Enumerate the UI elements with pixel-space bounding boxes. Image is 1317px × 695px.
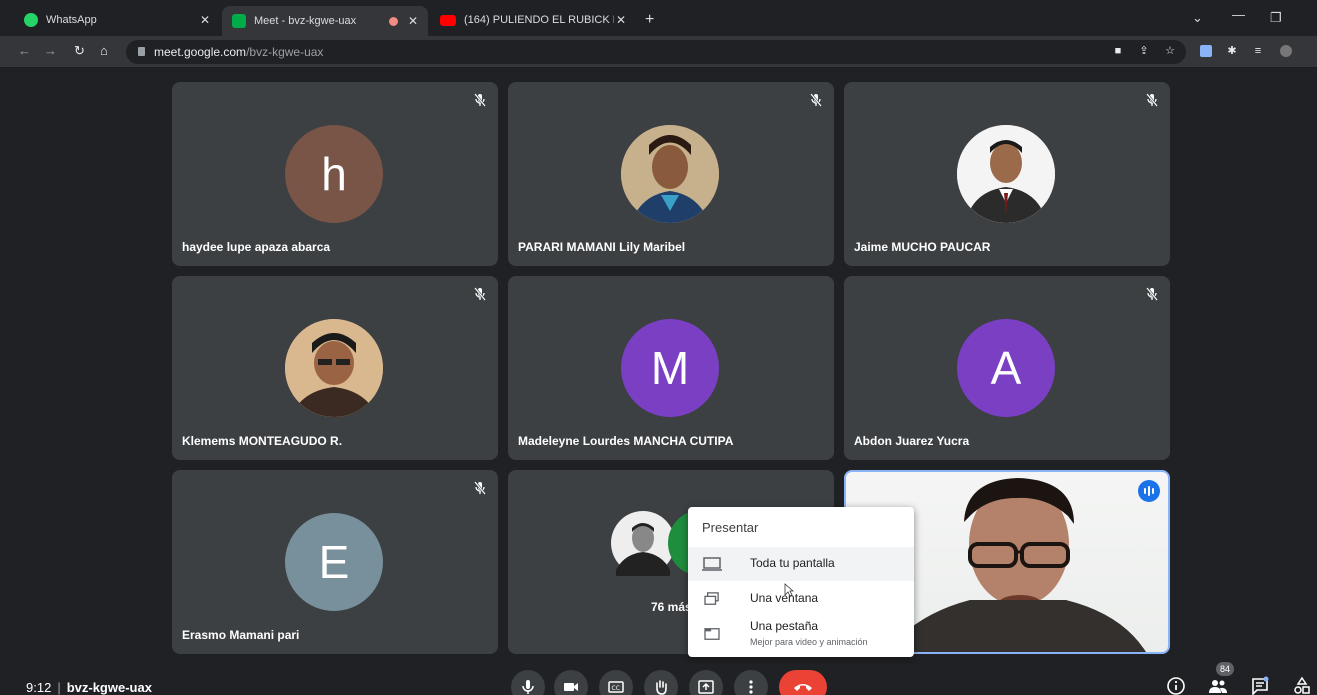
- close-icon[interactable]: ✕: [616, 13, 626, 27]
- present-tab-option[interactable]: Una pestaña Mejor para video y animación: [688, 617, 914, 657]
- home-icon[interactable]: ⌂: [100, 44, 108, 58]
- hand-icon: [656, 680, 667, 695]
- present-menu-title: Presentar: [702, 520, 759, 535]
- muted-mic-icon: [1146, 93, 1158, 107]
- tab-label: (164) PULIENDO EL RUBICK PARA: [464, 14, 614, 26]
- reload-icon[interactable]: ↻: [74, 44, 85, 58]
- participant-tile[interactable]: h haydee lupe apaza abarca: [172, 82, 498, 266]
- divider: |: [57, 680, 61, 695]
- participant-name: Erasmo Mamani pari: [182, 628, 300, 642]
- back-icon[interactable]: ←: [18, 44, 31, 58]
- browser-tab-icon: [704, 628, 720, 640]
- meeting-info-icon[interactable]: [1166, 676, 1186, 695]
- tab-strip: WhatsApp ✕ Meet - bvz-kgwe-uax ✕ (164) P…: [0, 0, 1317, 36]
- avatar: E: [285, 513, 383, 611]
- muted-mic-icon: [1146, 287, 1158, 301]
- leave-call-button[interactable]: [779, 670, 827, 695]
- bookmark-star-icon[interactable]: ☆: [1164, 45, 1176, 57]
- captions-icon: CC: [608, 681, 624, 693]
- activities-icon[interactable]: [1292, 676, 1312, 695]
- tab-search-icon[interactable]: ⌄: [1192, 10, 1203, 26]
- avatar: [285, 319, 383, 417]
- whatsapp-icon: [24, 13, 38, 27]
- avatar: A: [957, 319, 1055, 417]
- tab-label: Meet - bvz-kgwe-uax: [254, 15, 357, 27]
- url-text: meet.google.com/bvz-kgwe-uax: [154, 45, 324, 59]
- participant-tile[interactable]: Jaime MUCHO PAUCAR: [844, 82, 1170, 266]
- address-bar-row: ← → ↻ ⌂ meet.google.com/bvz-kgwe-uax ■ ⇪…: [0, 36, 1317, 68]
- close-icon[interactable]: ✕: [200, 13, 210, 27]
- present-menu: Presentar Toda tu pantalla Una ventana U…: [688, 507, 914, 657]
- profile-photo: [957, 125, 1055, 223]
- camera-icon: [564, 683, 578, 691]
- reading-list-icon[interactable]: ≡: [1252, 45, 1264, 57]
- profile-avatar[interactable]: [1280, 45, 1292, 57]
- microphone-icon: [522, 680, 534, 694]
- share-icon[interactable]: ⇪: [1138, 45, 1150, 57]
- url-field[interactable]: meet.google.com/bvz-kgwe-uax: [126, 40, 1186, 64]
- present-window-option[interactable]: Una ventana: [688, 582, 914, 616]
- option-label: Toda tu pantalla: [750, 556, 835, 570]
- restore-button[interactable]: ❐: [1270, 10, 1282, 26]
- close-icon[interactable]: ✕: [408, 14, 418, 28]
- more-vert-icon: [749, 680, 753, 694]
- muted-mic-icon: [474, 287, 486, 301]
- participant-name: Abdon Juarez Yucra: [854, 434, 970, 448]
- people-icon[interactable]: [1208, 676, 1228, 695]
- lock-icon: [138, 47, 145, 56]
- avatar: [621, 125, 719, 223]
- recording-icon: [389, 16, 398, 26]
- meet-window: WhatsApp ✕ Meet - bvz-kgwe-uax ✕ (164) P…: [0, 0, 1317, 695]
- profile-photo: [611, 511, 675, 576]
- participant-name: haydee lupe apaza abarca: [182, 240, 331, 254]
- participant-name: PARARI MAMANI Lily Maribel: [518, 240, 686, 254]
- cursor-icon: [784, 583, 794, 597]
- meeting-code: bvz-kgwe-uax: [66, 680, 152, 695]
- participant-name: Klemems MONTEAGUDO R.: [182, 434, 343, 448]
- others-count-label: 76 más: [651, 600, 692, 614]
- monitor-icon: [702, 557, 722, 571]
- meet-icon: [232, 14, 246, 28]
- svg-text:CC: CC: [612, 685, 620, 692]
- participant-name: Jaime MUCHO PAUCAR: [854, 240, 991, 254]
- option-sublabel: Mejor para video y animación: [750, 637, 868, 647]
- minimize-button[interactable]: —: [1232, 7, 1245, 22]
- tab-whatsapp[interactable]: WhatsApp ✕: [14, 6, 220, 34]
- muted-mic-icon: [474, 481, 486, 495]
- hang-up-icon: [794, 684, 812, 691]
- avatar: h: [285, 125, 383, 223]
- docs-extension-icon[interactable]: [1200, 45, 1212, 57]
- new-tab-button[interactable]: +: [645, 12, 654, 28]
- participant-tile[interactable]: E Erasmo Mamani pari: [172, 470, 498, 654]
- participant-tile[interactable]: M Madeleyne Lourdes MANCHA CUTIPA: [508, 276, 834, 460]
- profile-photo: [621, 125, 719, 223]
- participant-tile[interactable]: A Abdon Juarez Yucra: [844, 276, 1170, 460]
- forward-icon[interactable]: →: [44, 44, 57, 58]
- meeting-details: 9:12 | bvz-kgwe-uax: [26, 680, 152, 695]
- extensions-icon[interactable]: ✱: [1226, 45, 1238, 57]
- window-icon: [704, 592, 719, 605]
- muted-mic-icon: [474, 93, 486, 107]
- participant-tile[interactable]: Klemems MONTEAGUDO R.: [172, 276, 498, 460]
- avatar: [957, 125, 1055, 223]
- speaking-indicator-icon: [1138, 480, 1160, 502]
- avatar: M: [621, 319, 719, 417]
- tab-youtube[interactable]: (164) PULIENDO EL RUBICK PARA ✕: [430, 6, 636, 34]
- participant-name: Madeleyne Lourdes MANCHA CUTIPA: [518, 434, 734, 448]
- option-label: Una pestaña: [750, 619, 819, 633]
- muted-mic-icon: [810, 93, 822, 107]
- present-entire-screen-option[interactable]: Toda tu pantalla: [688, 547, 914, 581]
- chat-icon[interactable]: [1250, 676, 1270, 695]
- participant-tile[interactable]: PARARI MAMANI Lily Maribel: [508, 82, 834, 266]
- camera-in-use-icon[interactable]: ■: [1112, 45, 1124, 57]
- present-screen-icon: [698, 680, 714, 694]
- profile-photo: [285, 319, 383, 417]
- tab-meet[interactable]: Meet - bvz-kgwe-uax ✕: [222, 6, 428, 36]
- tab-label: WhatsApp: [46, 14, 97, 26]
- participant-count-badge: 84: [1216, 662, 1234, 676]
- youtube-icon: [440, 14, 456, 26]
- meeting-time: 9:12: [26, 680, 52, 695]
